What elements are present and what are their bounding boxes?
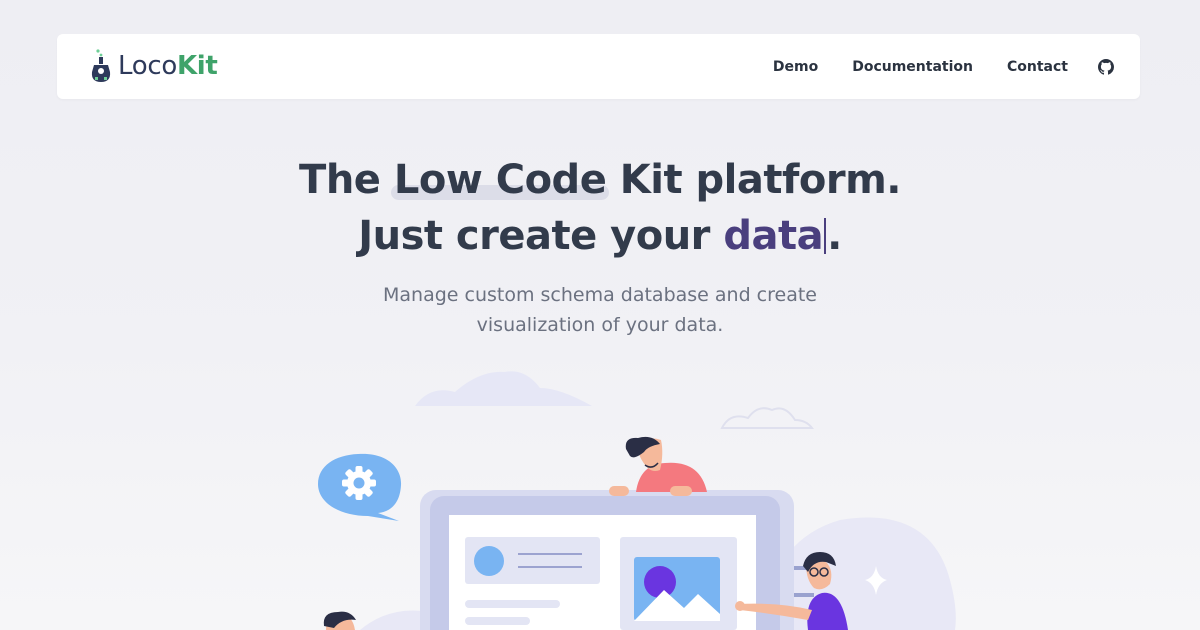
gear-bubble (318, 453, 402, 521)
person-top-illustration (609, 436, 707, 496)
gear-icon (342, 466, 376, 500)
hero-illustration (318, 371, 956, 630)
background-blob (360, 610, 430, 630)
image-icon (634, 557, 720, 621)
person-left-illustration (323, 611, 356, 630)
cloud-outline (720, 407, 815, 429)
cloud-shape (415, 371, 592, 406)
